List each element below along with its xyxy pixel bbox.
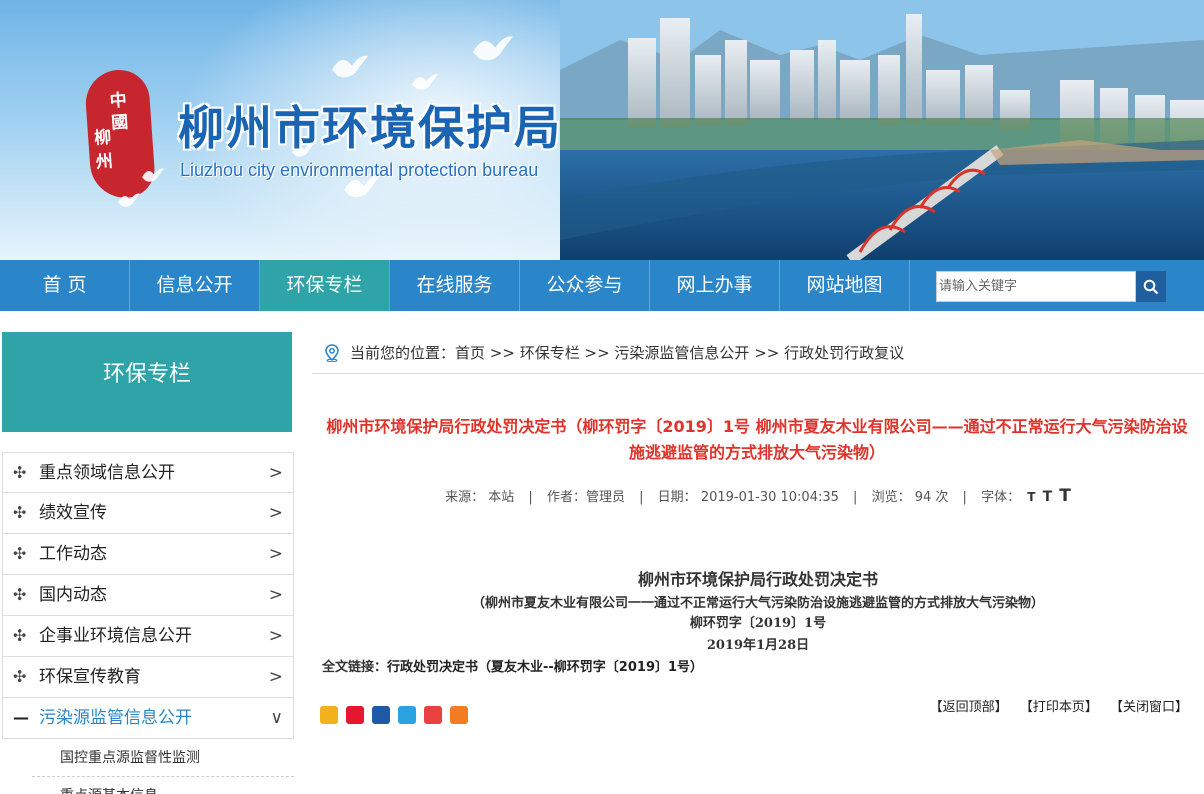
sidebar-item-enterprise-info[interactable]: ✣ 企事业环境信息公开 >: [2, 616, 294, 657]
tqq-share-icon[interactable]: [398, 706, 416, 724]
chevron-right-icon: >: [268, 503, 283, 523]
collapse-minus-icon: —: [13, 708, 29, 727]
nav-online-affairs[interactable]: 网上办事: [650, 260, 780, 311]
font-medium-button[interactable]: T: [1043, 489, 1053, 505]
article-title: 柳州市环境保护局行政处罚决定书（柳环罚字〔2019〕1号 柳州市夏友木业有限公司…: [326, 417, 1188, 462]
meta-date-label: 日期：: [657, 490, 697, 505]
breadcrumb: 当前您的位置：首页 >> 环保专栏 >> 污染源监管信息公开 >> 行政处罚行政…: [312, 332, 1204, 374]
sidebar-item-label: 国内动态: [39, 585, 107, 605]
meta-views: 94 次: [914, 490, 949, 505]
search-icon: [1143, 279, 1159, 294]
sidebar-menu: ✣ 重点领域信息公开 > ✣ 绩效宣传 > ✣ 工作动态 > ✣ 国内动态 > …: [2, 452, 294, 794]
banner-cityscape: [560, 0, 1204, 260]
document-subtitle: （柳州市夏友木业有限公司一一通过不正常运行大气污染防治设施逃避监管的方式排放大气…: [471, 596, 1044, 611]
seal-char: 州: [95, 151, 114, 173]
document-title: 柳州市环境保护局行政处罚决定书: [637, 570, 878, 589]
dove-icon: [473, 36, 513, 61]
sidebar-item-label: 重点领域信息公开: [39, 463, 175, 483]
dove-icon: [118, 193, 140, 207]
print-page-link[interactable]: 【打印本页】: [1020, 700, 1098, 715]
breadcrumb-prefix: 当前您的位置：: [350, 344, 456, 362]
more-share-icon[interactable]: [450, 706, 468, 724]
breadcrumb-link-penalty[interactable]: 行政处罚行政复议: [784, 344, 904, 362]
meta-date: 2019-01-30 10:04:35: [700, 490, 839, 505]
sidebar-heading: 环保专栏: [2, 332, 292, 432]
qq-share-icon[interactable]: [424, 706, 442, 724]
close-window-link[interactable]: 【关闭窗口】: [1110, 700, 1188, 715]
chevron-right-icon: >: [268, 544, 283, 564]
breadcrumb-link-pollution[interactable]: 污染源监管信息公开: [614, 344, 749, 362]
nav-public-participation[interactable]: 公众参与: [520, 260, 650, 311]
nav-info-disclosure[interactable]: 信息公开: [130, 260, 260, 311]
meta-views-label: 浏览：: [871, 490, 911, 505]
font-large-button[interactable]: T: [1059, 486, 1071, 506]
nav-home[interactable]: 首 页: [0, 260, 130, 311]
qzone-share-icon[interactable]: [320, 706, 338, 724]
sidebar-item-domestic-news[interactable]: ✣ 国内动态 >: [2, 575, 294, 616]
meta-source: 本站: [488, 490, 515, 505]
fulltext-link-row: 全文链接：行政处罚决定书（夏友木业--柳环罚字〔2019〕1号）: [322, 656, 703, 675]
breadcrumb-separator: >>: [579, 344, 615, 362]
weibo-share-icon[interactable]: [346, 706, 364, 724]
expand-plus-icon: ✣: [13, 626, 27, 645]
search-button[interactable]: [1136, 271, 1166, 302]
document-date: 2019年1月28日: [706, 638, 810, 653]
sidebar-item-label: 绩效宣传: [39, 503, 107, 523]
sidebar-item-label: 环保宣传教育: [39, 667, 141, 687]
dove-icon: [332, 55, 368, 78]
breadcrumb-link-home[interactable]: 首页: [455, 344, 485, 362]
article-meta: 来源： 本站 | 作者：管理员 | 日期： 2019-01-30 10:04:3…: [445, 486, 1071, 506]
site-title: 柳州市环境保护局: [178, 101, 562, 155]
breadcrumb-separator: >>: [485, 344, 520, 362]
sidebar-subitem-monitoring[interactable]: 国控重点源监督性监测: [32, 739, 294, 777]
seal-char: 國: [110, 112, 129, 134]
expand-plus-icon: ✣: [13, 585, 27, 604]
expand-plus-icon: ✣: [13, 503, 27, 522]
seal-char: 柳: [93, 127, 112, 149]
meta-author: 管理员: [585, 490, 625, 505]
sidebar-item-performance[interactable]: ✣ 绩效宣传 >: [2, 493, 294, 534]
sidebar-item-key-areas[interactable]: ✣ 重点领域信息公开 >: [2, 452, 294, 493]
sidebar-subitem-basic-info[interactable]: 重点源基本信息: [32, 777, 294, 794]
expand-plus-icon: ✣: [13, 667, 27, 686]
font-small-button[interactable]: T: [1027, 490, 1035, 504]
sidebar-item-work-news[interactable]: ✣ 工作动态 >: [2, 534, 294, 575]
fulltext-label: 全文链接：: [322, 660, 388, 675]
location-pin-icon: [325, 344, 339, 362]
meta-source-label: 来源：: [445, 490, 485, 505]
chevron-right-icon: >: [268, 463, 283, 483]
sidebar-item-env-education[interactable]: ✣ 环保宣传教育 >: [2, 657, 294, 698]
chevron-right-icon: >: [268, 667, 283, 687]
chevron-right-icon: >: [268, 626, 283, 646]
share-bar: [320, 706, 468, 724]
sidebar-item-label: 工作动态: [39, 544, 107, 564]
meta-font-label: 字体：: [981, 490, 1021, 505]
expand-plus-icon: ✣: [13, 544, 27, 563]
expand-plus-icon: ✣: [13, 463, 27, 482]
dove-icon: [142, 168, 164, 182]
site-subtitle: Liuzhou city environmental protection bu…: [180, 160, 539, 180]
header-banner: 中 國 柳 州 柳州市环境保护局 Liuzhou city environmen…: [0, 0, 1204, 260]
sidebar-item-pollution-supervision[interactable]: — 污染源监管信息公开 ∨: [2, 698, 294, 739]
chevron-down-icon: ∨: [270, 708, 283, 728]
nav-env-column[interactable]: 环保专栏: [260, 260, 390, 311]
breadcrumb-link-env-column[interactable]: 环保专栏: [520, 344, 580, 362]
chevron-right-icon: >: [268, 585, 283, 605]
fulltext-link[interactable]: 行政处罚决定书（夏友木业--柳环罚字〔2019〕1号）: [387, 660, 703, 675]
sidebar-item-label: 企事业环境信息公开: [39, 626, 192, 646]
page-actions: 【返回顶部】 【打印本页】 【关闭窗口】: [922, 696, 1188, 715]
nav-online-service[interactable]: 在线服务: [390, 260, 520, 311]
search-input[interactable]: [936, 271, 1136, 302]
document-number: 柳环罚字〔2019〕1号: [689, 616, 827, 631]
meta-author-label: 作者：: [546, 490, 586, 505]
breadcrumb-separator: >>: [749, 344, 785, 362]
sidebar-item-label: 污染源监管信息公开: [39, 708, 192, 728]
nav-sitemap[interactable]: 网站地图: [780, 260, 910, 311]
renren-share-icon[interactable]: [372, 706, 390, 724]
back-to-top-link[interactable]: 【返回顶部】: [930, 700, 1008, 715]
